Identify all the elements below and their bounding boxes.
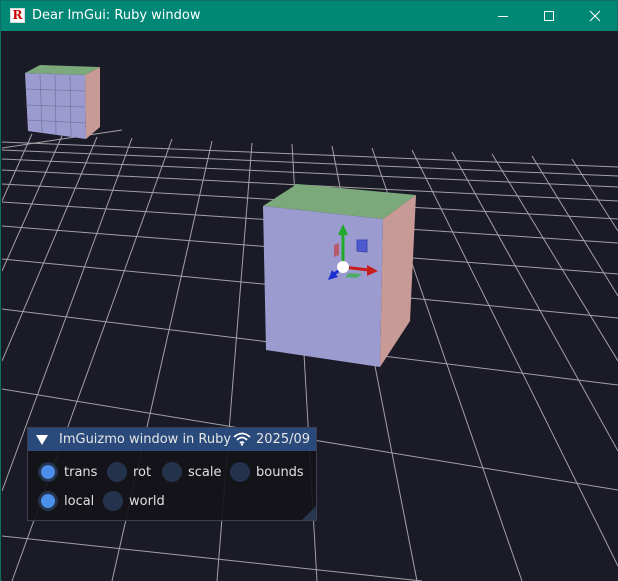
resize-grip[interactable]	[302, 506, 316, 520]
label-rot: rot	[133, 465, 152, 480]
panel-date: 2025/09	[256, 432, 311, 447]
label-trans: trans	[64, 465, 98, 480]
imguizmo-panel[interactable]: ImGuizmo window in Ruby 2025/09 trans ro…	[27, 427, 317, 521]
minimize-icon	[498, 16, 508, 17]
label-world: world	[129, 494, 165, 509]
maximize-button[interactable]	[526, 1, 572, 31]
window-title: Dear ImGui: Ruby window	[32, 8, 201, 23]
wifi-icon	[233, 432, 251, 446]
maximize-icon	[544, 11, 554, 21]
collapse-arrow-icon[interactable]	[36, 435, 48, 445]
minimize-button[interactable]	[480, 1, 526, 31]
panel-header[interactable]: ImGuizmo window in Ruby 2025/09	[28, 428, 316, 451]
radio-local[interactable]	[38, 491, 58, 511]
cube-distant[interactable]	[25, 65, 100, 139]
close-icon	[589, 10, 601, 22]
ruby-app-icon: R	[10, 8, 25, 23]
radio-rot[interactable]	[107, 462, 127, 482]
close-button[interactable]	[572, 1, 618, 31]
title-bar[interactable]: R Dear ImGui: Ruby window	[1, 1, 617, 31]
label-bounds: bounds	[256, 465, 304, 480]
radio-scale[interactable]	[162, 462, 182, 482]
app-window: R Dear ImGui: Ruby window ImGuizmo windo…	[0, 0, 618, 581]
radio-bounds[interactable]	[230, 462, 250, 482]
cube-selected[interactable]	[263, 184, 416, 367]
panel-title: ImGuizmo window in Ruby	[59, 432, 232, 447]
radio-trans[interactable]	[38, 462, 58, 482]
label-local: local	[64, 494, 95, 509]
radio-world[interactable]	[103, 491, 123, 511]
label-scale: scale	[188, 465, 222, 480]
